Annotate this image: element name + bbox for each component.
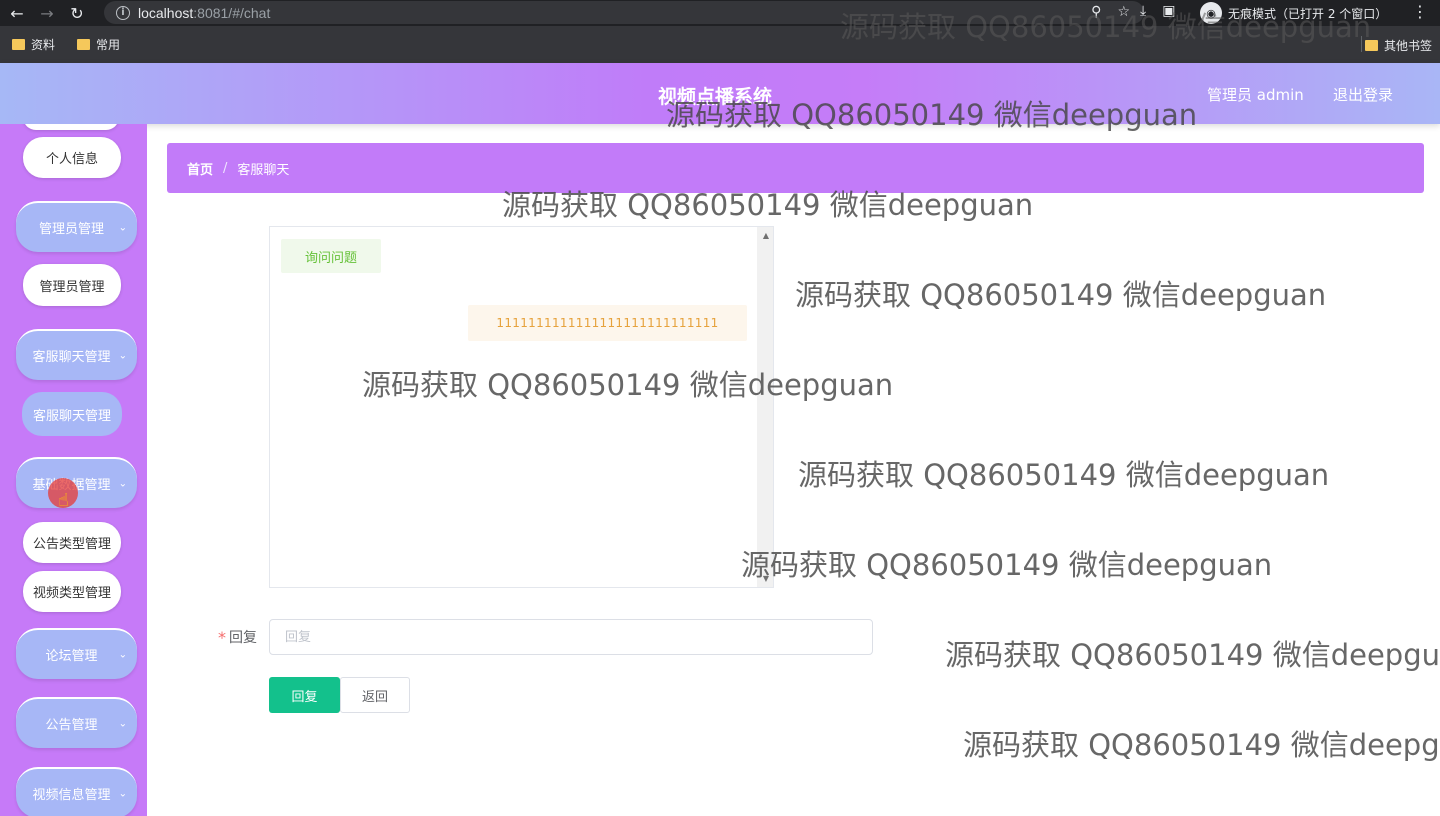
chevron-down-icon: ⌄	[118, 649, 127, 660]
back-arrow-icon[interactable]: ←	[6, 2, 28, 24]
back-button[interactable]: 返回	[340, 677, 410, 713]
bookmarks-bar: 资料 常用 其他书签	[0, 26, 1440, 63]
menu-dots-icon[interactable]: ⋮	[1412, 2, 1428, 21]
browser-tab-bar: ← → ↻ i localhost:8081/#/chat ⚲ ☆ ⤓ ▣ ◉ …	[0, 0, 1440, 26]
bookmarks-divider	[1361, 36, 1362, 52]
key-icon[interactable]: ⚲	[1091, 4, 1101, 20]
bookmark-folder[interactable]: 资料	[12, 36, 55, 53]
user-message: 询问问题	[281, 239, 382, 273]
breadcrumb: 首页 / 客服聊天	[167, 143, 1424, 193]
reload-icon[interactable]: ↻	[66, 2, 88, 24]
logout-link[interactable]: 退出登录	[1333, 84, 1393, 105]
other-bookmarks[interactable]: 其他书签	[1364, 37, 1432, 54]
chevron-down-icon: ⌄	[118, 222, 127, 233]
sidebar-icon[interactable]: ▣	[1162, 3, 1175, 19]
star-icon[interactable]: ☆	[1117, 4, 1130, 20]
watermark-text: 源码获取 QQ86050149 微信deepguan	[963, 728, 1440, 762]
reply-input[interactable]	[269, 619, 873, 655]
app-title: 视频点播系统	[658, 86, 773, 108]
sidebar-item-notice-type[interactable]: 公告类型管理	[23, 522, 121, 563]
chat-history[interactable]: 询问问题 1111111111111111111111111111 ▲ ▼	[269, 226, 774, 588]
folder-icon	[77, 39, 91, 50]
breadcrumb-home[interactable]: 首页	[187, 159, 213, 178]
chevron-down-icon: ⌄	[118, 788, 127, 799]
sidebar-item-admin[interactable]: 管理员管理	[23, 264, 121, 306]
sidebar-group-chat[interactable]: 客服聊天管理 ⌄	[16, 329, 137, 380]
folder-icon	[12, 39, 25, 50]
chevron-down-icon: ⌄	[118, 478, 127, 489]
sidebar-item-chat[interactable]: 客服聊天管理	[22, 392, 122, 436]
app-header: 视频点播系统 管理员 admin 退出登录	[0, 63, 1440, 124]
scrollbar[interactable]: ▲ ▼	[757, 227, 773, 587]
incognito-icon: ◉	[1200, 2, 1222, 24]
admin-reply-message: 1111111111111111111111111111	[468, 305, 747, 341]
sidebar-item-video-type[interactable]: 视频类型管理	[23, 571, 121, 612]
sidebar-group-forum[interactable]: 论坛管理 ⌄	[16, 628, 137, 679]
address-bar[interactable]: i localhost:8081/#/chat ⚲ ☆	[104, 1, 1144, 24]
required-mark: *	[218, 627, 226, 647]
breadcrumb-separator: /	[223, 160, 228, 176]
sidebar: 个人信息 管理员管理⌄ 管理员管理 客服聊天管理⌄ 客服聊天管理 基础数据管理⌄…	[0, 124, 147, 816]
info-icon[interactable]: i	[116, 5, 130, 20]
watermark-text: 源码获取 QQ86050149 微信deepguan	[798, 458, 1330, 492]
download-icon[interactable]: ⤓	[1140, 3, 1146, 19]
incognito-indicator[interactable]: ◉ 无痕模式（已打开 2 个窗口）	[1200, 2, 1387, 24]
scroll-down-arrow-icon[interactable]: ▼	[763, 574, 769, 583]
scroll-up-arrow-icon[interactable]: ▲	[763, 231, 769, 240]
admin-label: 管理员 admin	[1207, 86, 1304, 104]
sidebar-group-video-info[interactable]: 视频信息管理 ⌄	[16, 767, 137, 816]
incognito-label: 无痕模式（已打开 2 个窗口）	[1228, 6, 1388, 21]
url-text[interactable]: localhost:8081/#/chat	[138, 5, 270, 21]
reply-button[interactable]: 回复	[269, 677, 340, 713]
forward-arrow-icon[interactable]: →	[36, 2, 58, 24]
hand-cursor-icon: ☝	[58, 490, 69, 511]
breadcrumb-current: 客服聊天	[237, 162, 290, 178]
watermark-text: 源码获取 QQ86050149 微信deepguan	[795, 278, 1327, 312]
sidebar-group-base-data[interactable]: 基础数据管理⌄	[16, 457, 137, 508]
bookmark-folder[interactable]: 常用	[77, 36, 120, 53]
watermark-text: 源码获取 QQ86050149 微信deepguan	[945, 638, 1440, 672]
sidebar-group-notice[interactable]: 公告管理 ⌄	[16, 697, 137, 748]
sidebar-group-admin[interactable]: 管理员管理 ⌄	[16, 201, 137, 252]
sidebar-item-partial[interactable]	[23, 124, 119, 130]
chevron-down-icon: ⌄	[118, 718, 127, 729]
chevron-down-icon: ⌄	[118, 350, 127, 361]
sidebar-item-personal-info[interactable]: 个人信息	[23, 137, 121, 178]
watermark-text: 源码获取 QQ86050149 微信deepguan	[741, 548, 1273, 582]
folder-icon	[1364, 40, 1378, 51]
